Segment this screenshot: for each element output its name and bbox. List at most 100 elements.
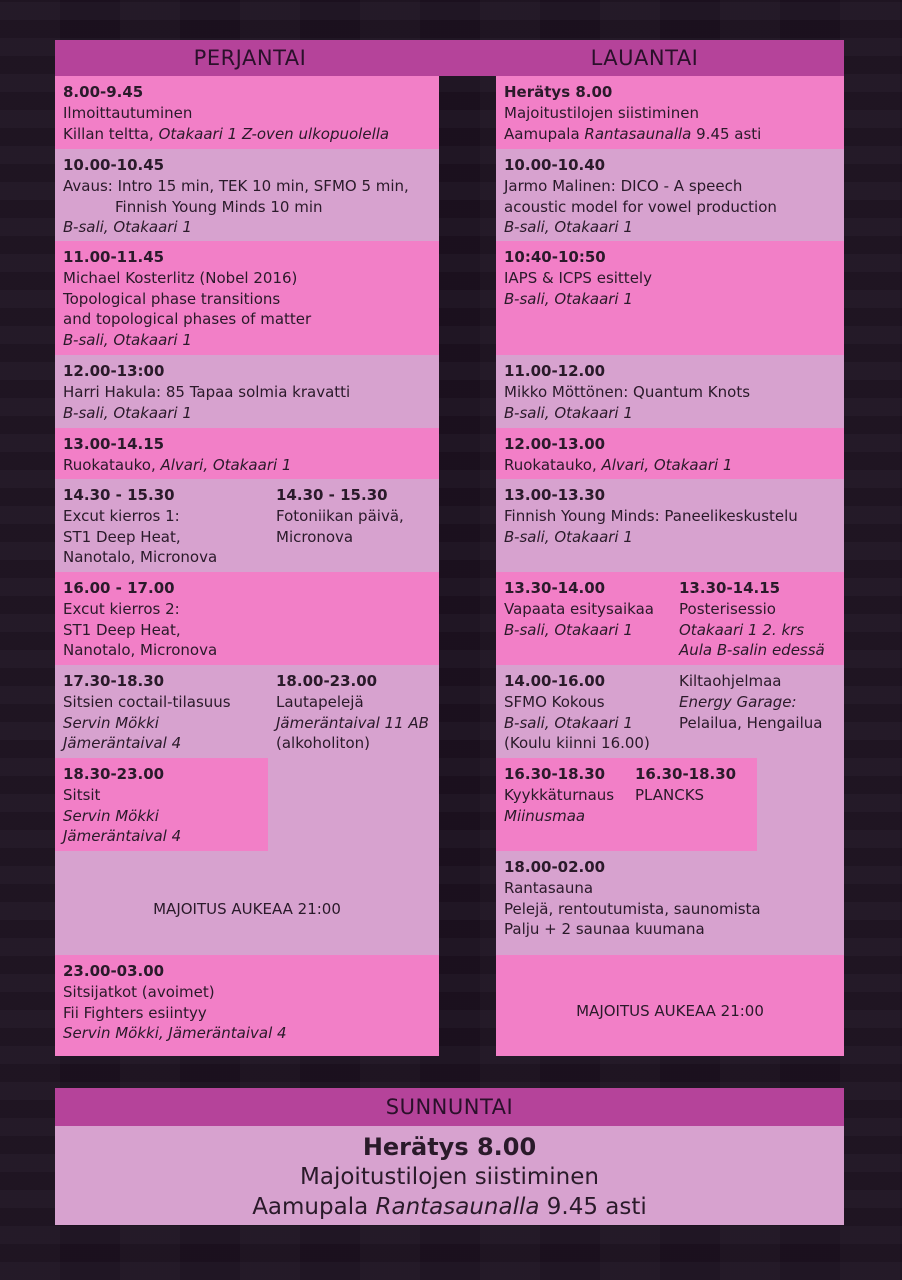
saturday-accommodation-note: MAJOITUS AUKEAA 21:00 [576,1002,764,1020]
slot-detail: Palju + 2 saunaa kuumana [504,920,705,939]
saturday-slot-sauna: 18.00-02.00 Rantasauna Pelejä, rentoutum… [496,851,844,955]
saturday-slot-iaps: 10:40-10:50 IAPS & ICPS esittely B-sali,… [496,241,844,355]
slot-time: 14.30 - 15.30 [276,486,388,504]
saturday-slot-lunch: 12.00-13.00 Ruokatauko, Alvari, Otakaari… [496,428,844,479]
slot-time: 23.00-03.00 [63,962,165,980]
slot-title: Michael Kosterlitz (Nobel 2016) [63,268,298,287]
slot-title: Finnish Young Minds: Paneelikeskustelu [504,506,798,525]
friday-header: PERJANTAI [55,40,445,76]
slot-parallel: 13.30-14.15 Posterisessio Otakaari 1 2. … [679,578,825,661]
friday-slot-kosterlitz: 11.00-11.45 Michael Kosterlitz (Nobel 20… [55,241,439,355]
slot-title: Jarmo Malinen: DICO - A speech [504,176,743,195]
slot-location: B-sali, Otakaari 1 [63,331,192,350]
friday-title: PERJANTAI [193,46,307,70]
saturday-header: LAUANTAI [445,40,844,76]
saturday-slot-malinen: 10.00-10.40 Jarmo Malinen: DICO - A spee… [496,149,844,241]
sunday-title: SUNNUNTAI [385,1095,514,1119]
friday-accommodation-note: MAJOITUS AUKEAA 21:00 [153,900,341,918]
slot-time: 13.00-14.15 [63,435,165,453]
slot-title: Majoitustilojen siistiminen [504,103,699,122]
slot-detail: Pelejä, rentoutumista, saunomista [504,899,761,918]
slot-title: Ilmoittautuminen [63,103,193,122]
slot-title: Rantasauna [504,878,594,897]
slot-detail: (Koulu kiinni 16.00) [504,734,650,753]
slot-location: B-sali, Otakaari 1 [504,527,633,546]
slot-parallel: 14.30 - 15.30 Fotoniikan päivä, Micronov… [276,485,404,547]
slot-location: B-sali, Otakaari 1 [63,403,192,422]
saturday-slot-kyykka: 16.30-18.30 Kyykkäturnaus Miinusmaa 16.3… [496,758,757,851]
slot-time: 8.00-9.45 [63,83,144,101]
slot-time: 16.30-18.30 [635,765,737,783]
slot-location: Servin Mökki, Jämeräntaival 4 [63,1024,287,1043]
friday-slot-excursion-1: 14.30 - 15.30 Excut kierros 1: ST1 Deep … [55,479,439,572]
friday-slot-lunch: 13.00-14.15 Ruokatauko, Alvari, Otakaari… [55,428,439,479]
sunday-body: Herätys 8.00 Majoitustilojen siistiminen… [55,1126,844,1225]
slot-location: Jämeräntaival 4 [63,827,182,846]
sunday-wakeup: Herätys 8.00 [362,1133,537,1161]
slot-detail: acoustic model for vowel production [504,197,777,216]
slot-time: 10.00-10.40 [504,156,606,174]
friday-slot-registration: 8.00-9.45 Ilmoittautuminen Killan teltta… [55,76,439,149]
slot-time: 11.00-11.45 [63,248,165,266]
friday-slot-cocktail: 17.30-18.30 Sitsien coctail-tilasuus Ser… [55,665,439,758]
friday-slot-hakula: 12.00-13:00 Harri Hakula: 85 Tapaa solmi… [55,355,439,428]
slot-time: 10:40-10:50 [504,248,606,266]
slot-location: Miinusmaa [504,806,586,825]
slot-time: 16.00 - 17.00 [63,579,175,597]
friday-slot-afterparty: 23.00-03.00 Sitsijatkot (avoimet) Fii Fi… [55,955,439,1056]
saturday-slot-sfmo: 14.00-16.00 SFMO Kokous B-sali, Otakaari… [496,665,844,758]
slot-time: 13.30-14.15 [679,579,781,597]
slot-parallel: 18.00-23.00 Lautapelejä Jämeräntaival 11… [276,671,429,754]
slot-title: Mikko Möttönen: Quantum Knots [504,382,751,401]
saturday-slot-free-talks: 13.30-14.00 Vapaata esitysaikaa B-sali, … [496,572,844,665]
slot-location: Killan teltta, Otakaari 1 Z-oven ulkopuo… [63,124,390,143]
slot-time: 10.00-10.45 [63,156,165,174]
slot-detail: and topological phases of matter [63,310,312,329]
friday-slot-sitsit: 18.30-23.00 Sitsit Servin Mökki Jämeränt… [55,758,268,851]
slot-title: Kiltaohjelmaa [679,672,782,690]
slot-parallel: Kiltaohjelmaa Energy Garage: Pelailua, H… [679,671,822,733]
slot-title: Harri Hakula: 85 Tapaa solmia kravatti [63,382,351,401]
slot-title: PLANCKS [635,785,705,804]
slot-title: Lautapelejä [276,692,364,711]
slot-location: B-sali, Otakaari 1 [504,289,633,308]
slot-title: Posterisessio [679,599,776,618]
saturday-slot-panel: 13.00-13.30 Finnish Young Minds: Paneeli… [496,479,844,572]
slot-detail: Fii Fighters esiintyy [63,1003,207,1022]
friday-slot-excursion-2: 16.00 - 17.00 Excut kierros 2: ST1 Deep … [55,572,439,665]
slot-title: Ruokatauko, Alvari, Otakaari 1 [504,455,733,474]
slot-time: 18.00-23.00 [276,672,378,690]
friday-slot-opening: 10.00-10.45 Avaus: Intro 15 min, TEK 10 … [55,149,439,241]
slot-time: 11.00-12.00 [504,362,606,380]
slot-detail: Aamupala Rantasaunalla 9.45 asti [504,124,762,143]
saturday-slot-mottonen: 11.00-12.00 Mikko Möttönen: Quantum Knot… [496,355,844,428]
slot-title: Excut kierros 2: [63,599,180,618]
slot-detail: Pelailua, Hengailua [679,713,823,732]
sunday-header: SUNNUNTAI [55,1088,844,1126]
slot-parallel: 16.30-18.30 PLANCKS [635,764,736,806]
slot-time: 12.00-13.00 [504,435,606,453]
slot-time: 13.00-13.30 [504,486,606,504]
slot-title: Fotoniikan päivä, [276,506,404,525]
slot-location: Aula B-salin edessä [679,641,825,660]
slot-location: B-sali, Otakaari 1 [504,403,633,422]
slot-detail: ST1 Deep Heat, [63,620,181,639]
slot-time: Herätys 8.00 [504,83,613,101]
sunday-breakfast: Aamupala Rantasaunalla 9.45 asti [252,1194,647,1220]
saturday-accommodation-block: MAJOITUS AUKEAA 21:00 [496,955,844,1056]
slot-title: Ruokatauko, Alvari, Otakaari 1 [63,455,292,474]
slot-title: Sitsijatkot (avoimet) [63,982,215,1001]
slot-location: Jämeräntaival 11 AB [276,713,429,732]
slot-detail: Finnish Young Minds 10 min [115,197,323,216]
slot-detail: Nanotalo, Micronova [63,548,218,567]
slot-location: Energy Garage: [679,692,797,711]
slot-time: 12.00-13:00 [63,362,165,380]
slot-location: B-sali, Otakaari 1 [63,218,192,237]
slot-time: 18.30-23.00 [63,765,165,783]
slot-detail: Micronova [276,527,354,546]
slot-location: B-sali, Otakaari 1 [504,218,633,237]
slot-time: 18.00-02.00 [504,858,606,876]
slot-detail: (alkoholiton) [276,734,370,753]
slot-title: IAPS & ICPS esittely [504,268,652,287]
slot-detail: Nanotalo, Micronova [63,641,218,660]
